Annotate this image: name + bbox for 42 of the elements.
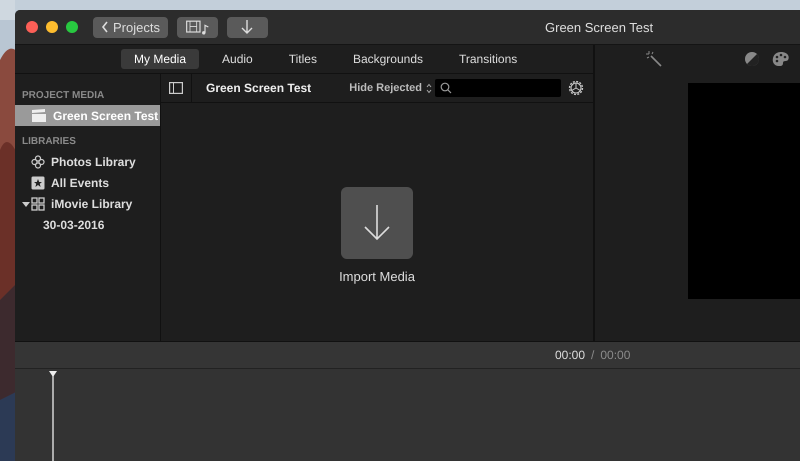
down-arrow-icon bbox=[240, 19, 254, 35]
total-timecode: 00:00 bbox=[600, 348, 630, 362]
film-music-icon bbox=[184, 18, 210, 36]
current-timecode: 00:00 bbox=[555, 348, 586, 362]
sidebar-item[interactable]: Photos Library bbox=[15, 151, 160, 172]
import-media-label: Import Media bbox=[339, 269, 415, 284]
color-balance-icon[interactable] bbox=[744, 51, 760, 67]
flower-icon bbox=[31, 154, 45, 168]
playhead[interactable] bbox=[48, 371, 58, 461]
sidebar-item[interactable]: All Events bbox=[15, 172, 160, 193]
filter-dropdown[interactable]: Hide Rejected bbox=[346, 82, 435, 94]
sidebar-item[interactable]: 30-03-2016 bbox=[15, 214, 160, 235]
grid-icon bbox=[31, 196, 45, 210]
star-icon bbox=[31, 176, 45, 190]
browser-title: Green Screen Test bbox=[206, 81, 312, 95]
tab[interactable]: Backgrounds bbox=[340, 49, 436, 69]
search-field[interactable] bbox=[435, 79, 561, 97]
settings-icon[interactable] bbox=[567, 79, 585, 97]
projects-button[interactable]: Projects bbox=[93, 16, 168, 38]
import-button[interactable] bbox=[226, 16, 268, 38]
tab[interactable]: Transitions bbox=[446, 49, 530, 69]
media-button[interactable] bbox=[176, 16, 218, 38]
down-arrow-icon bbox=[362, 203, 392, 243]
window-title: Green Screen Test bbox=[545, 20, 654, 34]
section-heading: PROJECT MEDIA bbox=[21, 89, 106, 103]
palette-icon[interactable] bbox=[772, 51, 790, 67]
minimize-button[interactable] bbox=[46, 21, 58, 33]
up-down-arrows-icon bbox=[426, 82, 432, 94]
chevron-icon bbox=[101, 21, 109, 33]
import-media-button[interactable] bbox=[341, 187, 413, 259]
magic-wand-icon[interactable] bbox=[645, 50, 663, 68]
search-icon bbox=[440, 82, 452, 94]
disclosure-icon[interactable] bbox=[22, 200, 30, 208]
close-button[interactable] bbox=[26, 21, 38, 33]
tab[interactable]: Audio bbox=[209, 49, 266, 69]
tab[interactable]: My Media bbox=[121, 49, 200, 69]
timecode-separator: / bbox=[591, 348, 594, 362]
section-heading: LIBRARIES bbox=[21, 135, 77, 149]
sidebar-item[interactable]: iMovie Library bbox=[15, 193, 160, 214]
clapperboard-icon bbox=[31, 108, 47, 122]
zoom-button[interactable] bbox=[66, 21, 78, 33]
tab[interactable]: Titles bbox=[276, 49, 330, 69]
